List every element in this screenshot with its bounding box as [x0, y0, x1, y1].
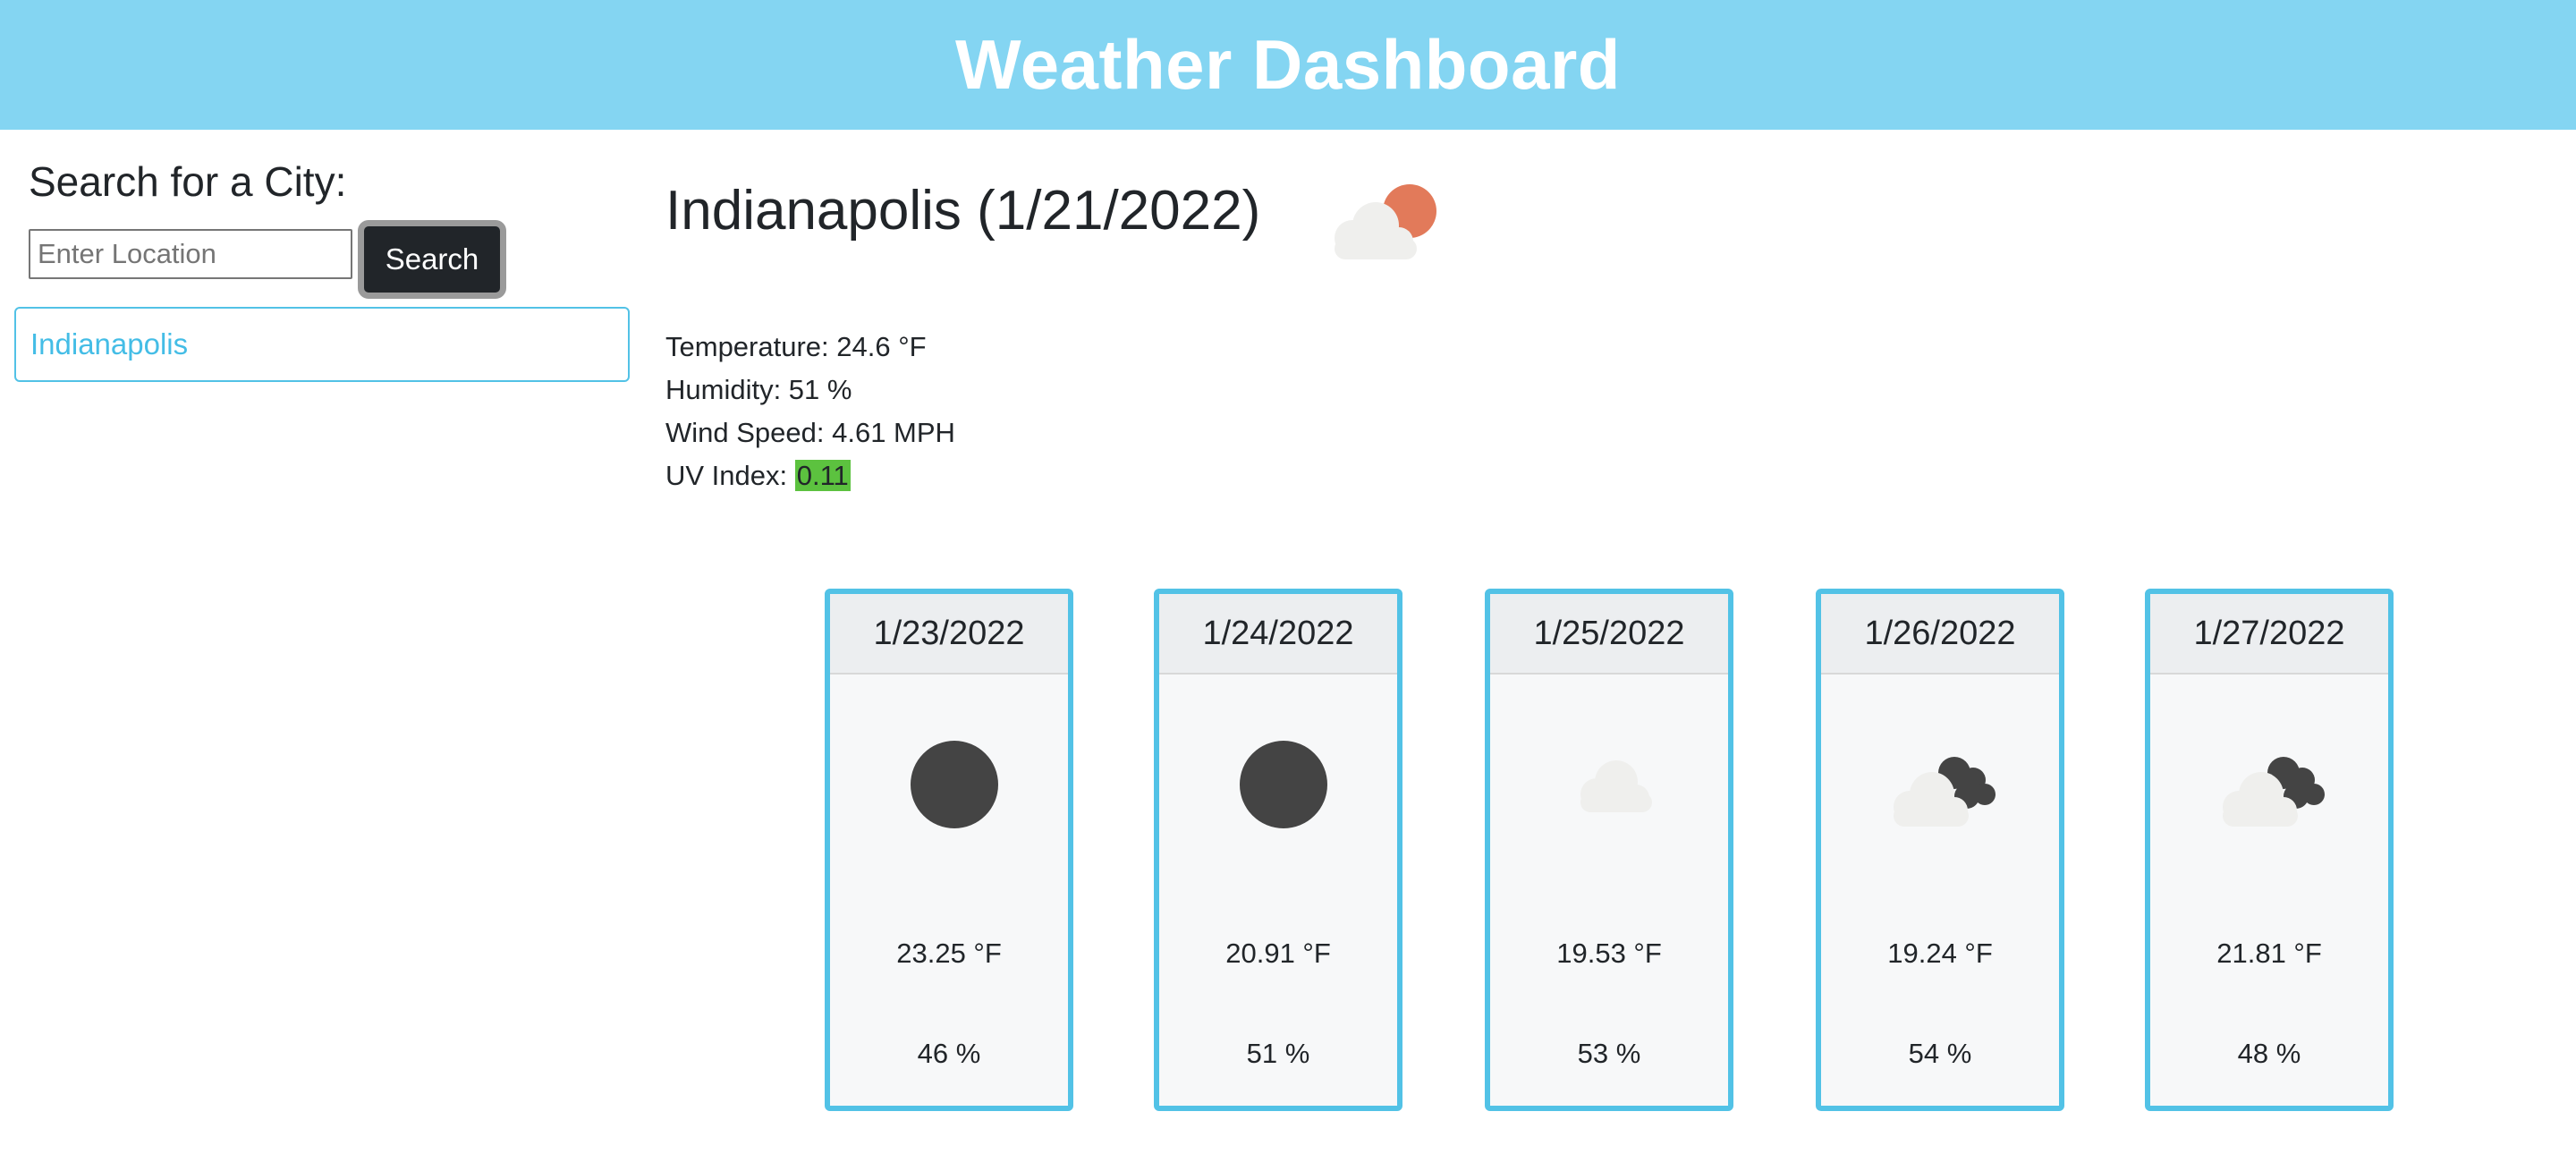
forecast-date: 1/24/2022 [1159, 594, 1397, 675]
current-details: Temperature: 24.6 °F Humidity: 51 % Wind… [665, 326, 955, 497]
forecast-card: 1/23/2022 23.25 °F 46 % [825, 589, 1073, 1111]
forecast-card: 1/27/2022 21.81 °F 48 % [2145, 589, 2394, 1111]
forecast-humidity: 46 % [917, 1038, 981, 1069]
current-wind-speed: Wind Speed: 4.61 MPH [665, 417, 955, 448]
forecast-temperature: 19.24 °F [1887, 938, 1993, 969]
search-heading: Search for a City: [29, 158, 347, 205]
forecast-temperature: 23.25 °F [896, 938, 1002, 969]
forecast-date: 1/25/2022 [1490, 594, 1728, 675]
uv-index-badge: 0.11 [794, 460, 851, 491]
current-uv-index: UV Index: 0.11 [665, 454, 955, 497]
forecast-card: 1/26/2022 19.24 °F 54 % [1816, 589, 2064, 1111]
current-city-title: Indianapolis (1/21/2022) [665, 180, 1261, 242]
forecast-date: 1/26/2022 [1821, 594, 2059, 675]
forecast-temperature: 21.81 °F [2216, 938, 2322, 969]
clear-night-icon [1240, 741, 1327, 828]
broken-clouds-icon [1894, 757, 1996, 827]
uv-index-label: UV Index: [665, 460, 795, 491]
current-humidity: Humidity: 51 % [665, 374, 852, 405]
broken-clouds-icon [2223, 757, 2325, 827]
forecast-date: 1/23/2022 [830, 594, 1068, 675]
current-temperature: Temperature: 24.6 °F [665, 331, 927, 362]
forecast-card: 1/24/2022 20.91 °F 51 % [1154, 589, 1402, 1111]
forecast-humidity: 53 % [1577, 1038, 1641, 1069]
forecast-date: 1/27/2022 [2150, 594, 2388, 675]
forecast-temperature: 19.53 °F [1556, 938, 1662, 969]
forecast-card: 1/25/2022 19.53 °F 53 % [1485, 589, 1733, 1111]
history-item-indianapolis[interactable]: Indianapolis [14, 307, 630, 382]
app-title: Weather Dashboard [955, 25, 1621, 104]
forecast-humidity: 48 % [2237, 1038, 2301, 1069]
app-header: Weather Dashboard [0, 0, 2576, 130]
forecast-temperature: 20.91 °F [1225, 938, 1331, 969]
forecast-humidity: 51 % [1246, 1038, 1310, 1069]
cloud-icon [1580, 760, 1652, 812]
few-clouds-icon [1335, 184, 1436, 259]
clear-night-icon [911, 741, 998, 828]
search-button[interactable]: Search [358, 220, 506, 299]
search-input[interactable] [29, 229, 352, 279]
forecast-humidity: 54 % [1908, 1038, 1972, 1069]
